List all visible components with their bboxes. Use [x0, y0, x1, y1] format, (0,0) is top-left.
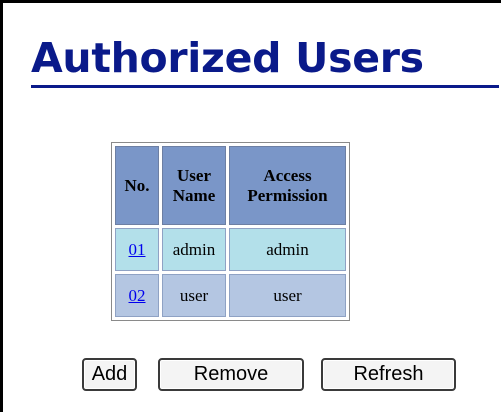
page-frame: Authorized Users No. User Name Access Pe… [0, 0, 501, 412]
table-body: 01 admin admin 02 user user [115, 228, 346, 317]
cell-user-name: admin [162, 228, 226, 271]
refresh-button[interactable]: Refresh [321, 358, 456, 391]
column-header-access-permission: Access Permission [229, 146, 346, 225]
title-underline [31, 85, 499, 88]
remove-button[interactable]: Remove [158, 358, 304, 391]
cell-access-permission: admin [229, 228, 346, 271]
authorized-users-table: No. User Name Access Permission 01 admin… [111, 142, 350, 321]
column-header-user-name: User Name [162, 146, 226, 225]
column-header-no-label: No. [124, 175, 150, 195]
cell-access-permission: user [229, 274, 346, 317]
table-header-row: No. User Name Access Permission [115, 146, 346, 225]
cell-no: 02 [115, 274, 159, 317]
column-header-user-name-line2: Name [172, 185, 216, 205]
add-button[interactable]: Add [82, 358, 137, 391]
column-header-no: No. [115, 146, 159, 225]
cell-user-name: user [162, 274, 226, 317]
table-row: 02 user user [115, 274, 346, 317]
page-title: Authorized Users [31, 34, 424, 82]
user-link-01[interactable]: 01 [129, 240, 146, 259]
column-header-user-name-line1: User [177, 165, 211, 185]
table-row: 01 admin admin [115, 228, 346, 271]
column-header-access-line2: Permission [247, 185, 328, 205]
column-header-access-line1: Access [263, 165, 312, 185]
table-header: No. User Name Access Permission [115, 146, 346, 225]
user-link-02[interactable]: 02 [129, 286, 146, 305]
cell-no: 01 [115, 228, 159, 271]
